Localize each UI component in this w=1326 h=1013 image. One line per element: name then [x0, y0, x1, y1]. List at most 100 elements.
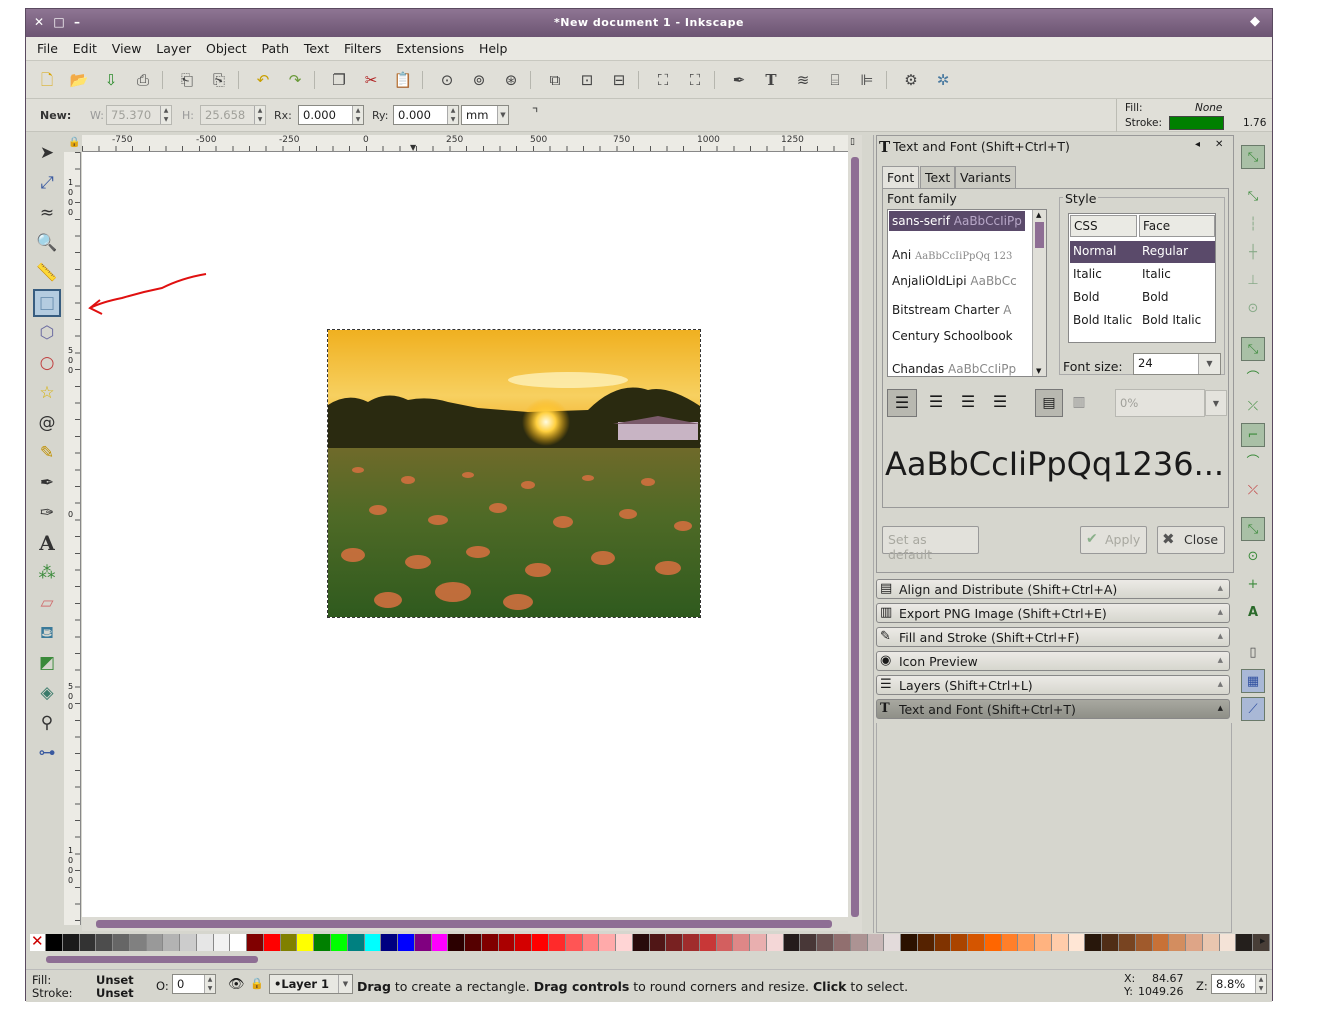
color-swatch[interactable] [1186, 934, 1203, 951]
align-justify-icon[interactable]: ☰ [985, 389, 1015, 417]
connector-tool-icon[interactable]: ⊶ [33, 739, 61, 767]
lock-layer-icon[interactable]: 🔒 [250, 977, 264, 990]
color-swatch[interactable] [414, 934, 432, 951]
color-swatch[interactable] [683, 934, 700, 951]
rx-input[interactable]: 0.000 ▲ ▼ [298, 105, 364, 125]
ellipse-tool-icon[interactable]: ○ [33, 349, 61, 377]
color-swatch[interactable] [699, 934, 717, 951]
spray-tool-icon[interactable]: ⁂ [33, 559, 61, 587]
color-swatch[interactable] [96, 934, 114, 951]
eraser-tool-icon[interactable]: ▱ [33, 589, 61, 617]
dropper-tool-icon[interactable]: ⚲ [33, 709, 61, 737]
dock-icon-preview[interactable]: ◉ Icon Preview ▲ [876, 651, 1230, 671]
menu-layer[interactable]: Layer [156, 37, 191, 56]
text-tool-icon[interactable]: A [33, 529, 61, 557]
font-item[interactable]: Century Schoolbook [892, 329, 1024, 343]
color-swatch[interactable] [1001, 934, 1019, 951]
document-properties-icon[interactable]: ⚙ [900, 70, 922, 90]
color-swatch[interactable] [1018, 934, 1036, 951]
layers-icon[interactable]: ≋ [792, 70, 814, 90]
rectangle-tool-icon[interactable]: □ [33, 289, 61, 317]
color-swatch[interactable] [465, 934, 482, 951]
color-swatch[interactable] [247, 934, 264, 951]
color-swatch[interactable] [901, 934, 918, 951]
panel-iconify-icon[interactable]: ◂ [1195, 139, 1200, 150]
palette-scroll-thumb[interactable] [46, 956, 258, 963]
color-swatch[interactable] [79, 934, 97, 951]
color-swatch[interactable] [297, 934, 315, 951]
set-as-default-button[interactable]: Set as default [882, 526, 979, 562]
color-swatch[interactable] [766, 934, 784, 951]
dock-layers[interactable]: ☰ Layers (Shift+Ctrl+L) ▲ [876, 675, 1230, 695]
color-swatch[interactable] [431, 934, 449, 951]
color-swatch[interactable] [381, 934, 399, 951]
color-swatch[interactable] [1219, 934, 1237, 951]
snap-paths-icon[interactable]: ⌒ [1241, 367, 1265, 391]
ungroup-icon[interactable]: ⛶ [684, 70, 706, 90]
cut-icon[interactable]: ✂ [360, 70, 382, 90]
menu-edit[interactable]: Edit [73, 37, 97, 56]
pumpkin-field-photo[interactable] [327, 329, 701, 618]
dock-text-font[interactable]: T Text and Font (Shift+Ctrl+T) ▲ [876, 699, 1230, 719]
menu-text[interactable]: Text [304, 37, 329, 56]
font-list-scrollbar[interactable]: ▲ ▼ [1032, 210, 1046, 376]
open-icon[interactable]: 📂 [68, 70, 90, 90]
line-spacing-combo[interactable]: 0% ▼ [1115, 389, 1227, 417]
menu-filters[interactable]: Filters [344, 37, 381, 56]
snap-bbox-midpoint-icon[interactable]: ⊥ [1241, 269, 1265, 293]
color-swatch[interactable] [263, 934, 281, 951]
dock-export-png[interactable]: ▥ Export PNG Image (Shift+Ctrl+E) ▲ [876, 603, 1230, 623]
width-input[interactable]: 75.370 ▲ ▼ [106, 105, 172, 125]
vertical-scroll-thumb[interactable] [851, 157, 859, 917]
no-paint-swatch[interactable]: ✕ [30, 932, 46, 951]
zoom-tool-icon[interactable]: 🔍 [33, 229, 61, 257]
color-swatch[interactable] [984, 934, 1002, 951]
zoom-input[interactable]: 8.8% ▲ ▼ [1211, 974, 1267, 994]
vertical-text-icon[interactable]: ▥ [1065, 389, 1093, 417]
color-swatch[interactable] [716, 934, 734, 951]
color-swatch[interactable] [532, 934, 549, 951]
palette-scrollbar[interactable] [30, 954, 1270, 965]
stroke-swatch[interactable] [1169, 116, 1224, 130]
font-item[interactable]: Bitstream Charter A [892, 303, 1024, 317]
color-swatch[interactable] [196, 934, 214, 951]
tab-text[interactable]: Text [920, 166, 956, 188]
color-swatch[interactable] [800, 934, 818, 951]
measure-tool-icon[interactable]: 📏 [33, 259, 61, 287]
dock-align-distribute[interactable]: ▤ Align and Distribute (Shift+Ctrl+A) ▲ [876, 579, 1230, 599]
reset-corners-icon[interactable]: ⌝ [524, 104, 546, 124]
group-icon[interactable]: ⛶ [652, 70, 674, 90]
color-swatch[interactable] [347, 934, 365, 951]
color-swatch[interactable] [565, 934, 583, 951]
font-item-selected[interactable]: sans-serif AaBbCcIiPp [889, 211, 1025, 231]
snap-page-border-icon[interactable]: ▯ [1241, 641, 1265, 665]
font-family-list[interactable]: sans-serif AaBbCcIiPp Ani AaBbCcIiPpQq 1… [887, 209, 1047, 377]
layer-select[interactable]: •Layer 1 ▼ [269, 974, 353, 994]
snap-bbox-icon[interactable]: ⤡ [1241, 185, 1265, 209]
copy-icon[interactable]: ❐ [328, 70, 350, 90]
snap-midpoints-icon[interactable]: ⤫ [1241, 479, 1265, 503]
menu-view[interactable]: View [112, 37, 142, 56]
color-swatch[interactable] [163, 934, 181, 951]
unit-select[interactable]: mm ▼ [461, 105, 509, 125]
mesh-tool-icon[interactable]: ◈ [33, 679, 61, 707]
color-swatch[interactable] [666, 934, 684, 951]
style-css-header[interactable]: CSS [1070, 215, 1137, 237]
align-left-icon[interactable]: ☰ [887, 389, 917, 417]
color-swatch[interactable] [850, 934, 868, 951]
text-font-icon[interactable]: T [760, 70, 782, 90]
color-swatch[interactable] [548, 934, 566, 951]
height-input[interactable]: 25.658 ▲ ▼ [200, 105, 266, 125]
paint-bucket-tool-icon[interactable]: ⛾ [33, 619, 61, 647]
star-tool-icon[interactable]: ☆ [33, 379, 61, 407]
color-swatch[interactable] [364, 934, 382, 951]
lock-guides-icon[interactable]: 🔒 [68, 137, 80, 148]
color-swatch[interactable] [113, 934, 130, 951]
color-swatch[interactable] [230, 934, 248, 951]
color-swatch[interactable] [398, 934, 415, 951]
color-swatch[interactable] [750, 934, 767, 951]
color-swatch[interactable] [448, 934, 466, 951]
snap-path-intersection-icon[interactable]: ⤫ [1241, 395, 1265, 419]
color-swatch[interactable] [951, 934, 969, 951]
snap-cusp-nodes-icon[interactable]: ⌐ [1241, 423, 1265, 447]
